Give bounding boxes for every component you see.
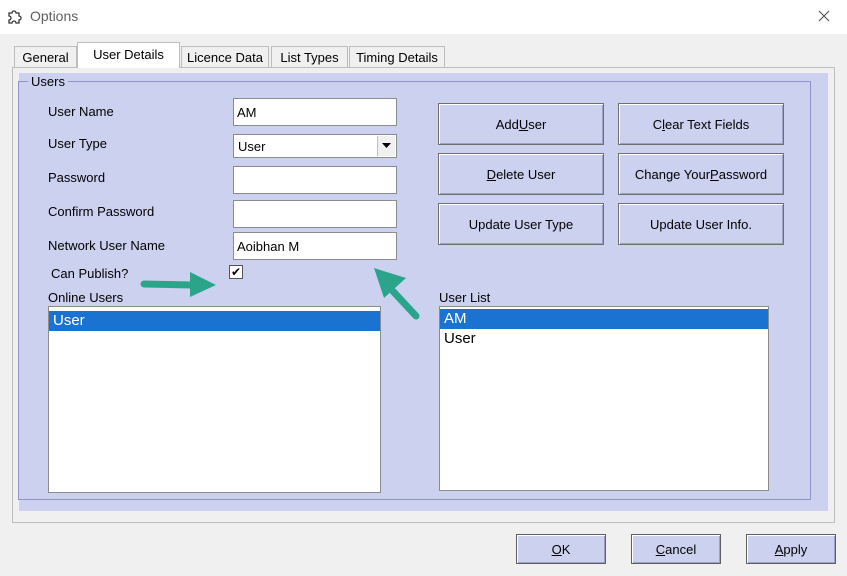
add-user-label-start: Add: [495, 116, 519, 132]
change-password-label-end: assword: [718, 166, 768, 182]
clear-label-end: ear Text Fields: [664, 116, 750, 132]
delete-user-button[interactable]: Delete User: [438, 153, 604, 195]
apply-label-end: pply: [783, 541, 808, 557]
user-name-input[interactable]: [233, 98, 397, 126]
add-user-button[interactable]: Add User: [438, 103, 604, 145]
list-item[interactable]: User: [440, 329, 768, 349]
change-password-accelerator: P: [710, 166, 719, 182]
network-user-name-label: Network User Name: [48, 238, 166, 253]
user-type-label: User Type: [48, 136, 108, 151]
confirm-password-label: Confirm Password: [48, 204, 155, 219]
user-list-label: User List: [439, 290, 491, 305]
delete-accelerator: D: [486, 166, 497, 182]
network-user-name-input[interactable]: [233, 232, 397, 260]
user-name-label: User Name: [48, 104, 114, 119]
update-user-type-button[interactable]: Update User Type: [438, 203, 604, 245]
can-publish-checkbox[interactable]: ✔: [229, 265, 243, 279]
tab-user-details[interactable]: User Details: [77, 42, 180, 68]
ok-button[interactable]: OK: [516, 534, 606, 564]
confirm-password-input[interactable]: [233, 200, 397, 228]
cancel-label-end: ancel: [665, 541, 697, 557]
apply-accelerator: A: [774, 541, 784, 557]
user-type-selected-value: User: [238, 139, 266, 154]
close-button[interactable]: [801, 0, 847, 34]
delete-label-end: elete User: [496, 166, 556, 182]
annotation-arrow-up-left-icon: [374, 268, 420, 320]
tab-general[interactable]: General: [14, 46, 77, 67]
dropdown-arrow-icon[interactable]: [377, 136, 395, 156]
apply-button[interactable]: Apply: [746, 534, 836, 564]
online-users-list[interactable]: User: [48, 306, 381, 493]
tab-list-types[interactable]: List Types: [271, 46, 348, 67]
cancel-button[interactable]: Cancel: [631, 534, 721, 564]
list-item[interactable]: User: [49, 311, 380, 331]
annotation-arrow-right-icon: [140, 272, 216, 297]
change-password-button[interactable]: Change Your Password: [618, 153, 784, 195]
password-input[interactable]: [233, 166, 397, 194]
can-publish-label: Can Publish?: [51, 266, 129, 281]
users-group-label: Users: [28, 74, 68, 89]
list-item[interactable]: AM: [440, 309, 768, 329]
update-user-info-button[interactable]: Update User Info.: [618, 203, 784, 245]
add-user-accelerator: U: [518, 116, 529, 132]
ok-accelerator: O: [551, 541, 562, 557]
change-password-label-start: Change Your: [634, 166, 711, 182]
tab-licence-data[interactable]: Licence Data: [181, 46, 269, 67]
window-title: Options: [30, 8, 79, 24]
password-label: Password: [48, 170, 106, 185]
puzzle-gear-icon: [6, 7, 26, 27]
title-bar: Options: [0, 0, 847, 34]
online-users-label: Online Users: [48, 290, 124, 305]
clear-label-start: C: [652, 116, 663, 132]
add-user-label-end: ser: [528, 116, 547, 132]
tab-timing-details[interactable]: Timing Details: [349, 46, 445, 67]
ok-label-end: K: [561, 541, 571, 557]
user-type-select[interactable]: User: [233, 134, 397, 158]
clear-text-fields-button[interactable]: Cl ear Text Fields: [618, 103, 784, 145]
user-list[interactable]: AM User: [439, 306, 769, 491]
cancel-accelerator: C: [655, 541, 666, 557]
close-icon: [818, 10, 830, 25]
